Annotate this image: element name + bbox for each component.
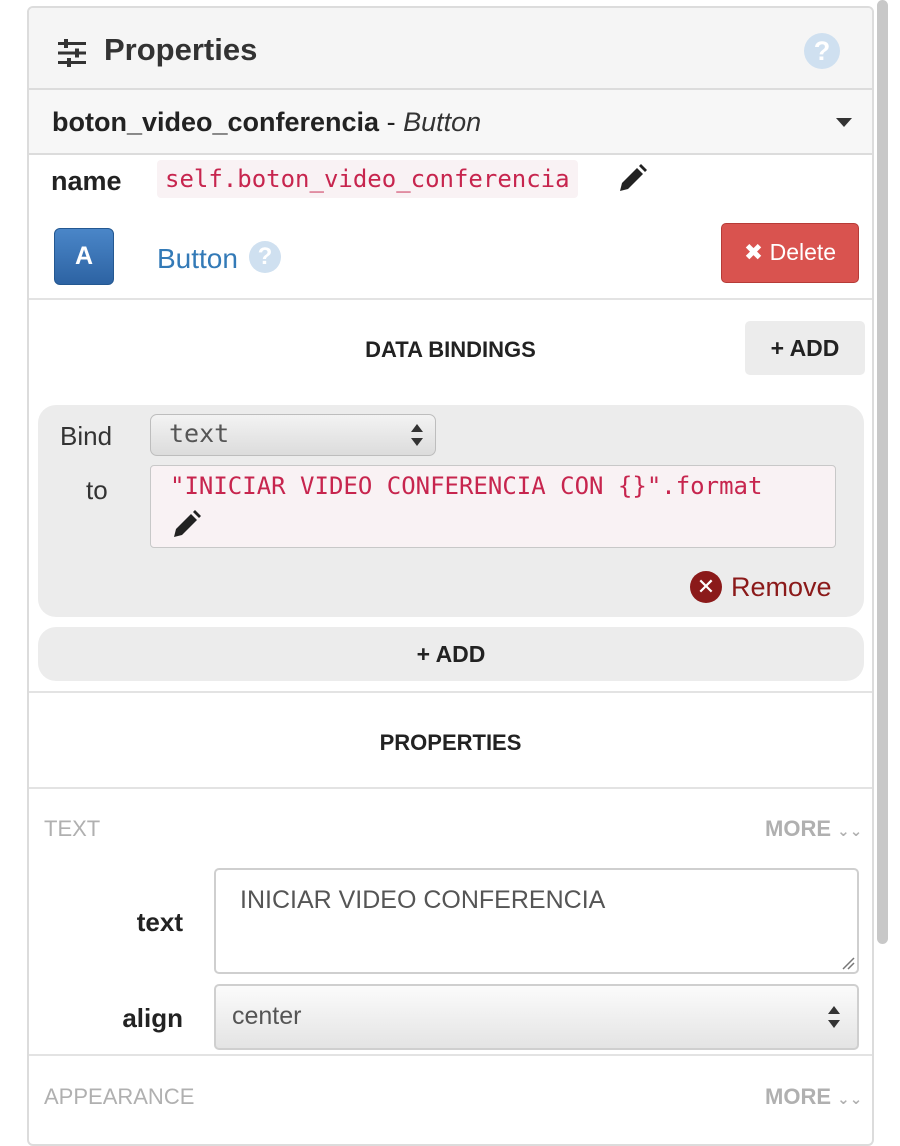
align-property-label: align — [122, 1003, 183, 1033]
binding-expression-field[interactable]: "INICIAR VIDEO CONFERENCIA CON {}".forma… — [150, 465, 836, 548]
binding-expression: "INICIAR VIDEO CONFERENCIA CON {}".forma… — [170, 472, 763, 500]
component-name: boton_video_conferencia — [52, 107, 380, 137]
name-label: name — [51, 166, 122, 196]
appearance-group-label: APPEARANCE — [44, 1084, 195, 1109]
bind-property-value: text — [169, 419, 230, 448]
remove-label: Remove — [731, 572, 832, 602]
to-label: to — [86, 475, 108, 505]
plus-icon: + — [416, 641, 431, 667]
component-selector-label: boton_video_conferencia - Button — [52, 107, 481, 138]
properties-header: Properties ? — [29, 8, 872, 90]
component-separator: - — [379, 107, 404, 137]
divider — [29, 1054, 872, 1056]
more-appearance-toggle[interactable]: MORE ⌄⌄ — [765, 1084, 862, 1110]
add-binding-button[interactable]: + ADD — [745, 321, 865, 375]
text-property-input[interactable]: INICIAR VIDEO CONFERENCIA — [214, 868, 859, 974]
appearance-group-header: APPEARANCE MORE ⌄⌄ — [29, 1076, 872, 1120]
updown-arrows-icon — [411, 424, 423, 446]
add-label: ADD — [435, 641, 486, 667]
pencil-icon[interactable] — [171, 510, 201, 540]
more-text-toggle[interactable]: MORE ⌄⌄ — [765, 816, 862, 842]
more-label: MORE — [765, 816, 831, 841]
divider — [29, 298, 872, 300]
remove-icon: ✕ — [690, 571, 722, 603]
text-property-value: INICIAR VIDEO CONFERENCIA — [240, 886, 606, 914]
sliders-icon — [58, 39, 86, 67]
align-select[interactable]: center — [214, 984, 859, 1050]
plus-icon: + — [770, 335, 785, 361]
button-component-icon: A — [54, 228, 114, 285]
component-selector[interactable]: boton_video_conferencia - Button — [29, 90, 872, 155]
resize-grip-icon[interactable] — [841, 956, 855, 970]
text-property-label: text — [136, 907, 183, 937]
component-name-value[interactable]: self.boton_video_conferencia — [157, 160, 578, 198]
add-label: ADD — [789, 335, 840, 361]
bind-label: Bind — [60, 421, 113, 451]
add-binding-bottom-button[interactable]: + ADD — [38, 627, 864, 681]
binding-row: Bind text to "INICIAR VIDEO CONFERENCIA … — [38, 405, 864, 617]
component-type: Button — [403, 107, 482, 137]
close-icon: ✖ — [743, 239, 764, 265]
delete-label: Delete — [769, 239, 837, 265]
chevron-double-down-icon: ⌄⌄ — [837, 1091, 863, 1108]
delete-button[interactable]: ✖ Delete — [721, 223, 859, 283]
panel-title: Properties — [104, 32, 258, 67]
properties-section-title: PROPERTIES — [379, 730, 522, 755]
caret-down-icon — [836, 118, 852, 127]
chevron-double-down-icon: ⌄⌄ — [837, 823, 863, 840]
divider — [29, 787, 872, 789]
bind-property-select[interactable]: text — [150, 414, 436, 456]
more-label: MORE — [765, 1084, 831, 1109]
text-group-header: TEXT MORE ⌄⌄ — [29, 808, 872, 852]
help-icon[interactable]: ? — [249, 241, 281, 273]
scrollbar-thumb[interactable] — [877, 0, 888, 944]
updown-arrows-icon — [828, 1006, 840, 1028]
divider — [29, 691, 872, 693]
properties-panel: Properties ? boton_video_conferencia - B… — [27, 6, 874, 1146]
text-group-label: TEXT — [44, 816, 101, 841]
component-type-link[interactable]: Button — [157, 243, 238, 275]
align-value: center — [232, 1002, 302, 1030]
pencil-icon[interactable] — [617, 164, 647, 194]
help-icon[interactable]: ? — [804, 33, 840, 69]
